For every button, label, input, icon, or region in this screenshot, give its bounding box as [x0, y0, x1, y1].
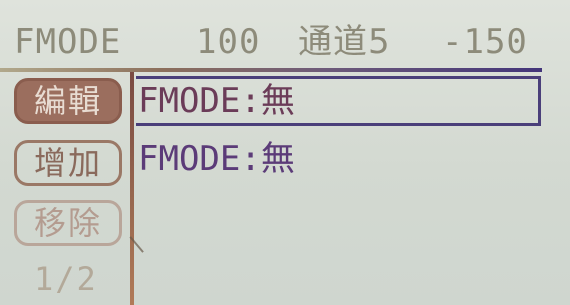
- add-button[interactable]: 增加: [14, 140, 122, 186]
- header-channel: 通道5: [298, 22, 391, 62]
- edit-button[interactable]: 編輯: [14, 78, 122, 124]
- header-amount: -150: [442, 22, 528, 62]
- page-indicator: 1/2: [34, 260, 98, 298]
- lcd-screen: FMODE 100 通道5 -150 編輯 增加 移除 1/2 FMODE:無 …: [0, 0, 570, 305]
- header-title: FMODE: [14, 22, 122, 62]
- list-item-label: FMODE:無: [138, 81, 295, 121]
- list-item[interactable]: FMODE:無: [136, 134, 541, 184]
- list-item-selected[interactable]: FMODE:無: [136, 76, 541, 126]
- header-divider: [0, 68, 542, 72]
- header-value: 100: [196, 22, 261, 62]
- menu-divider: [130, 72, 134, 305]
- header-bar: FMODE 100 通道5 -150: [0, 18, 570, 66]
- list-item-label: FMODE:無: [138, 139, 295, 179]
- remove-button[interactable]: 移除: [14, 200, 122, 246]
